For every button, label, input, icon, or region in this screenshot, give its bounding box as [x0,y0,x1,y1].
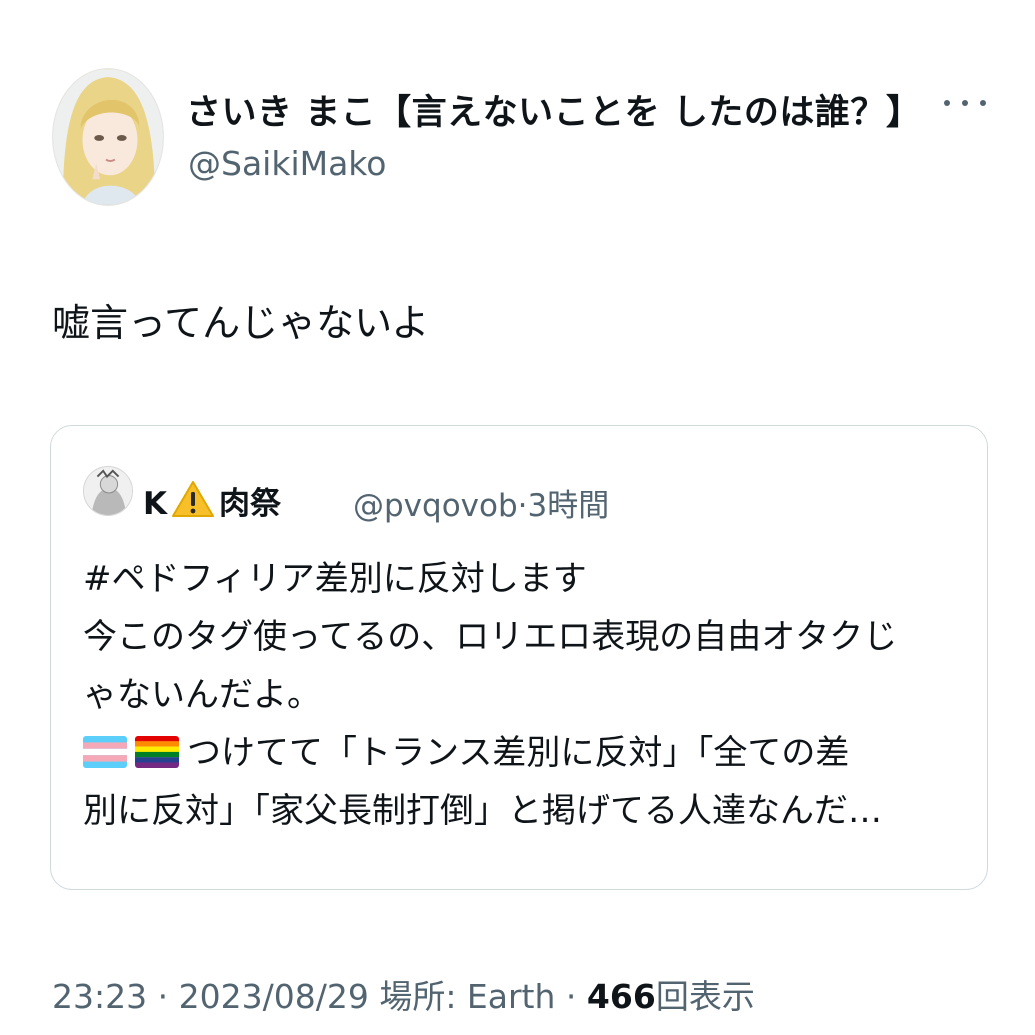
tweet-date[interactable]: 2023/08/29 [179,977,369,1016]
quote-avatar-illustration-icon [84,467,132,515]
tweet-text: 嘘言ってんじゃないよ [52,301,430,345]
quote-line: 別に反対」「家父長制打倒」と掲げてる人達なんだ… [83,791,882,831]
views-label: 回表示 [655,977,755,1016]
tweet-footer: 23:23 · 2023/08/29 場所: Earth · 466回表示 [52,970,755,1018]
author-display-name[interactable]: さいき まこ【言えないことを したのは誰？】 [186,84,921,135]
transgender-flag-icon [83,736,127,768]
more-options-icon[interactable] [944,88,986,118]
quote-author-name[interactable]: K 肉祭 [143,478,281,523]
quoted-tweet-card[interactable]: K 肉祭 @pvqovob·3時間 #ペドフィリア差別に反対します 今このタグ使… [50,425,988,890]
quote-line: 今このタグ使ってるの、ロリエロ表現の自由オタクじ [83,617,898,657]
author-handle[interactable]: @SaikiMako [188,144,386,183]
author-avatar[interactable] [52,68,164,206]
tweet-time[interactable]: 23:23 [52,977,147,1016]
tweet-page: さいき まこ【言えないことを したのは誰？】 @SaikiMako 嘘言ってんじ… [0,0,1035,1035]
quote-time[interactable]: 3時間 [528,488,610,524]
footer-separator: · [157,977,169,1016]
avatar-illustration-icon [53,69,163,205]
quote-author-avatar[interactable] [83,466,133,516]
footer-separator: · [565,977,577,1016]
warning-icon [172,481,215,517]
quote-body: #ペドフィリア差別に反対します 今このタグ使ってるの、ロリエロ表現の自由オタクじ… [83,550,963,840]
quote-separator: · [517,488,528,524]
rainbow-flag-icon [135,736,179,768]
more-dot [944,100,950,106]
quote-line-text: つけてて「トランス差別に反対」「全ての差 [187,733,850,773]
more-dot [980,100,986,106]
quote-name-prefix: K [143,486,168,522]
quote-meta: @pvqovob·3時間 [353,480,609,525]
quote-handle[interactable]: @pvqovob [353,488,518,524]
quote-line: ゃないんだよ。 [83,675,321,715]
quote-line: #ペドフィリア差別に反対します [83,559,587,599]
views-count: 466 [586,977,656,1016]
quote-line-with-flags: つけてて「トランス差別に反対」「全ての差 [83,724,963,782]
more-dot [962,100,968,106]
quote-name-suffix: 肉祭 [219,486,282,522]
tweet-location[interactable]: 場所: Earth [379,977,555,1016]
